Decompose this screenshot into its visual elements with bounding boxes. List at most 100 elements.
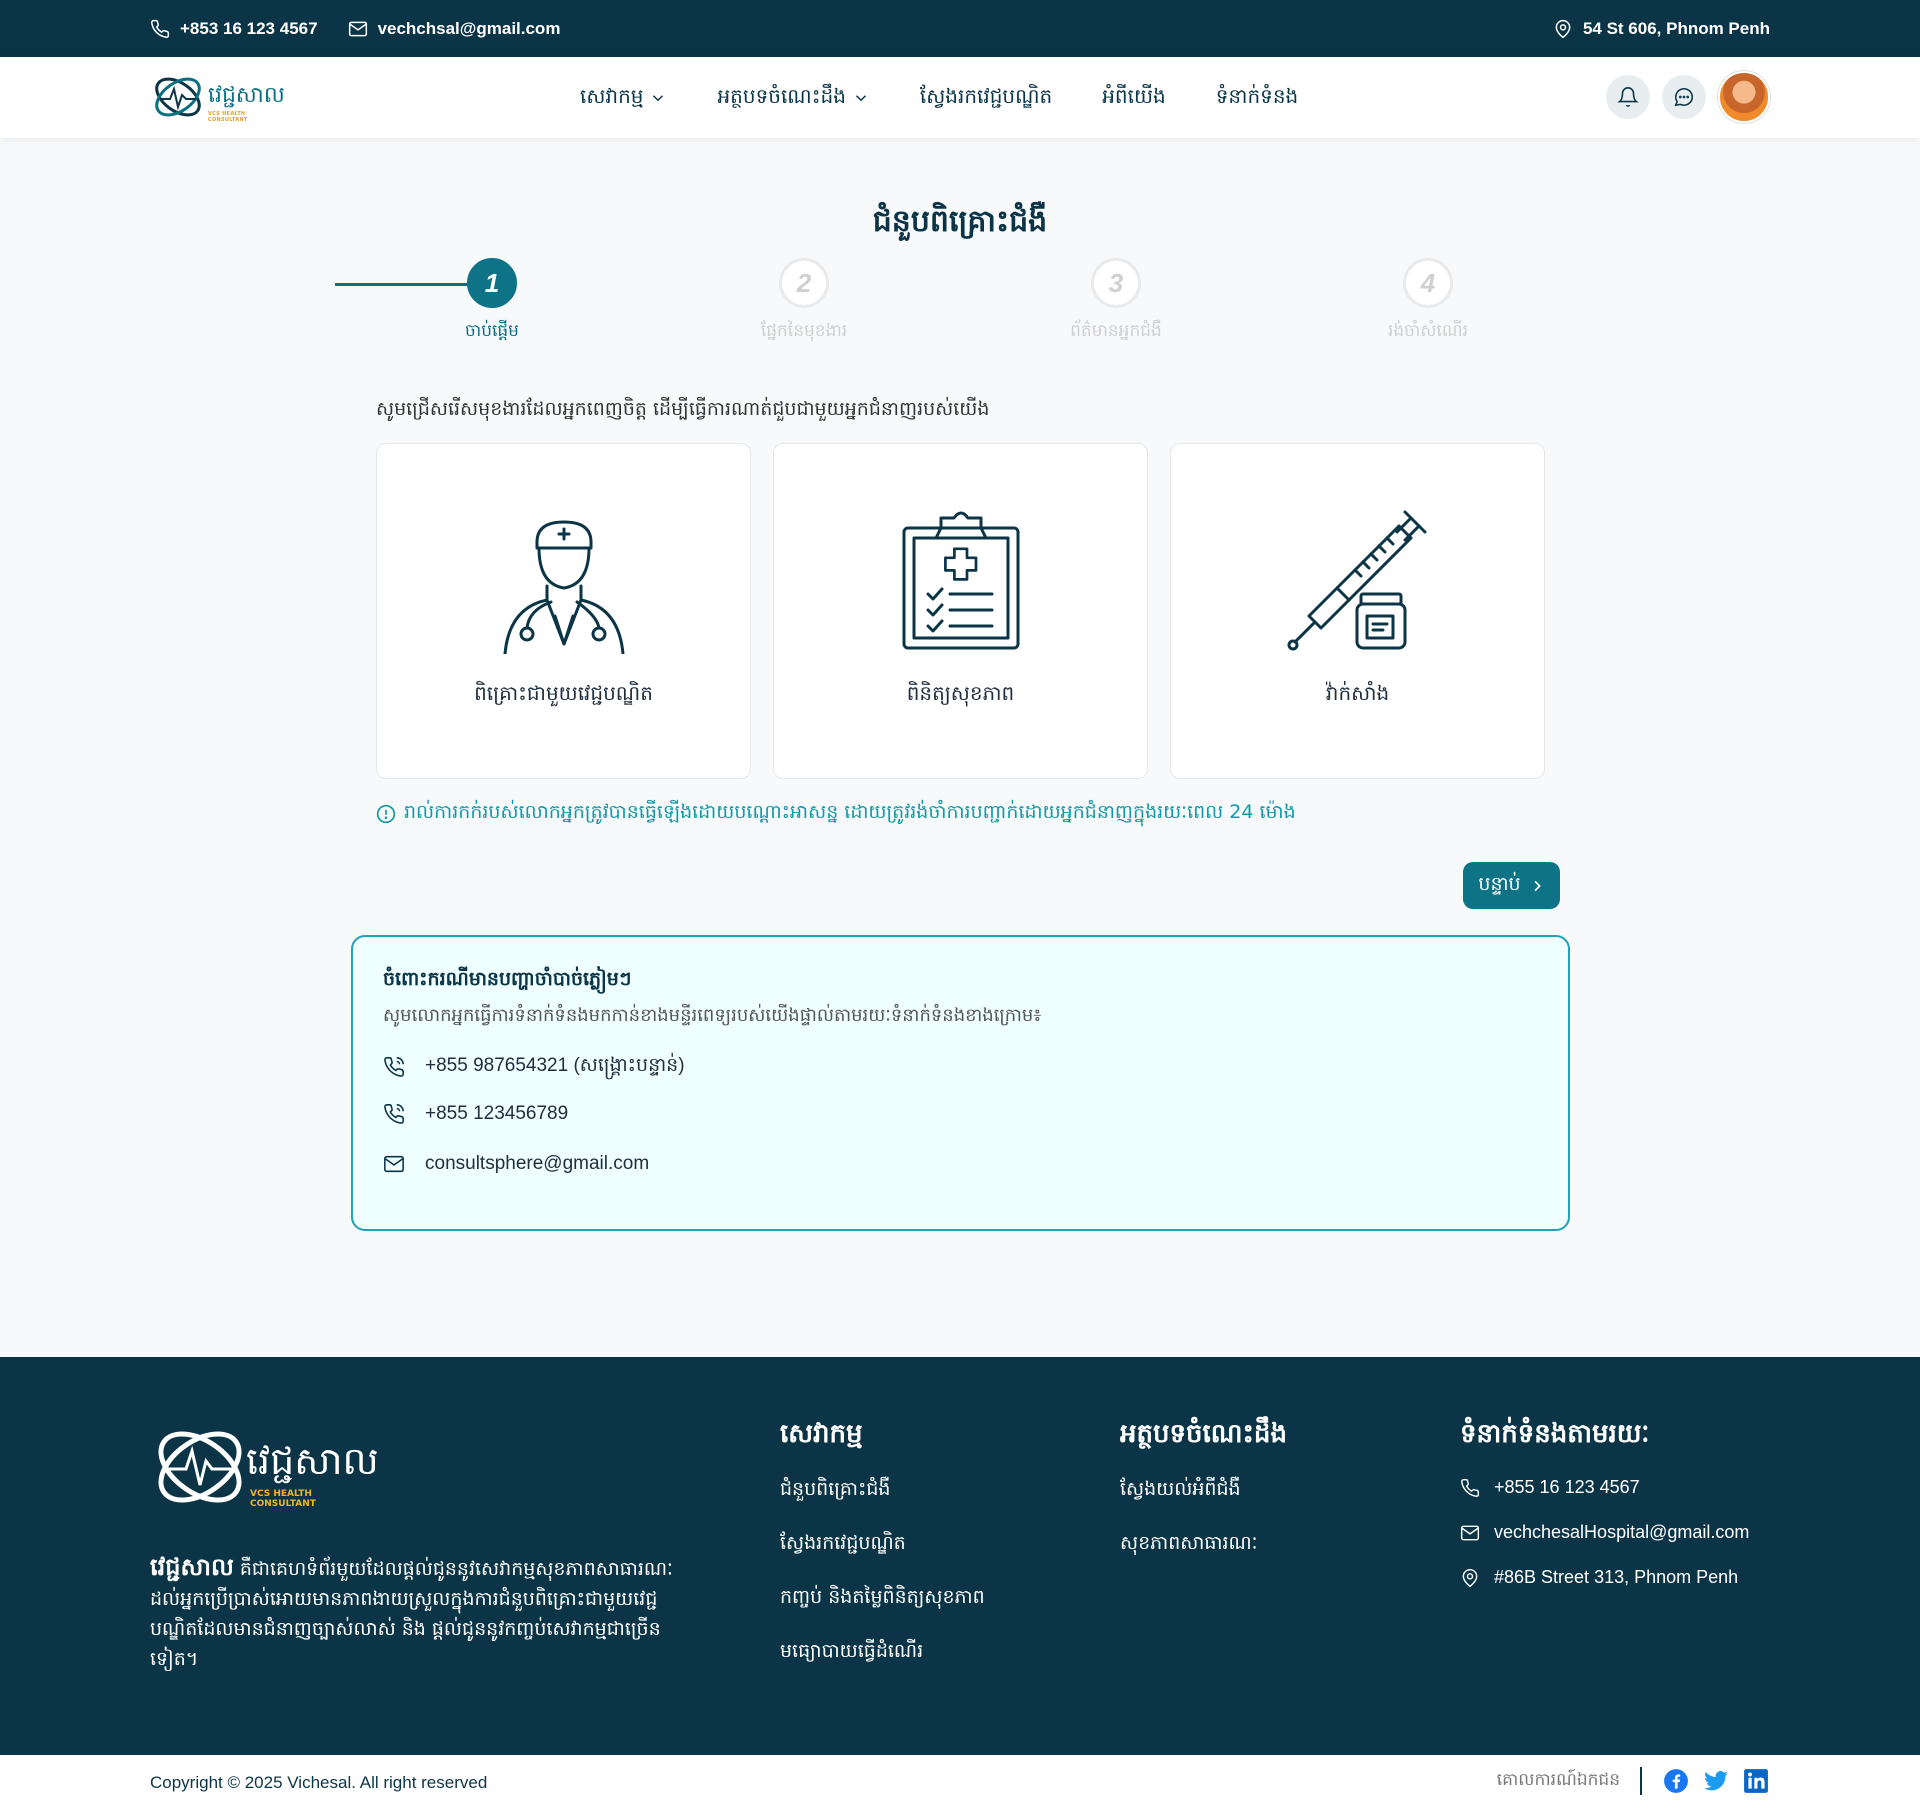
syringe-icon [1287, 510, 1426, 651]
footer-contact-email[interactable]: vechchesalHospital@gmail.com [1460, 1522, 1749, 1543]
messages-button[interactable] [1662, 75, 1706, 119]
card-consult-doctor[interactable]: ពិគ្រោះជាមួយវេជ្ជបណ្ឌិត [376, 443, 751, 779]
top-info-bar: +853 16 123 4567 vechchsal@gmail.com 54 … [0, 0, 1920, 57]
topbar-phone[interactable]: +853 16 123 4567 [150, 19, 318, 39]
nav-item-label: សេវាកម្ម [580, 83, 644, 108]
emergency-phone-1-text: +855 987654321 (សង្គ្រោះបន្ទាន់) [425, 1055, 685, 1076]
step-number: 4 [1403, 258, 1453, 308]
nav-item-find-doctor[interactable]: ស្វែងរកវេជ្ជបណ្ឌិត [920, 83, 1052, 113]
nav-item-label: ទំនាក់ទំនង [1215, 83, 1299, 108]
selection-prompt: សូមជ្រើសរើសមុខងារដែលអ្នកពេញចិត្ត ដើម្បីធ… [376, 398, 990, 420]
step-number: 1 [467, 258, 517, 308]
card-label: ពិគ្រោះជាមួយវេជ្ជបណ្ឌិត [474, 681, 653, 705]
topbar-email-text: vechchsal@gmail.com [377, 18, 561, 38]
chevron-down-icon [653, 94, 664, 101]
step-label: ព័ត៌មានអ្នកជំងឺ [1070, 321, 1162, 341]
doctor-icon [503, 520, 624, 654]
step-number: 3 [1091, 258, 1141, 308]
nav-item-about[interactable]: អំពីយើង [1102, 83, 1165, 113]
location-pin-icon [1462, 1568, 1478, 1587]
chat-bubble-icon [1674, 88, 1694, 107]
nav-item-articles[interactable]: អត្ថបទចំណេះដឹង [717, 83, 869, 113]
main-navbar: វេជ្ជសាល VCS HEALTH CONSULTANT សេវាកម្ម … [0, 57, 1920, 138]
divider [1640, 1767, 1642, 1795]
logo-mark-icon [155, 77, 201, 117]
footer-services-title: សេវាកម្ម [780, 1419, 863, 1449]
topbar-address: 54 St 606, Phnom Penh [1553, 19, 1770, 39]
logo-subtitle: VCS HEALTH CONSULTANT [208, 111, 248, 123]
step-1: 1 ចាប់ផ្តើម [432, 258, 552, 345]
card-label: វ៉ាក់សាំង [1325, 681, 1390, 705]
step-2: 2 ផ្នែកនៃមុខងារ [744, 258, 864, 345]
footer-link[interactable]: មធ្យោបាយធ្វើដំណើរ [780, 1639, 985, 1667]
emergency-email[interactable]: consultsphere@gmail.com [383, 1153, 649, 1175]
emergency-phone-2-text: +855 123456789 [425, 1103, 569, 1124]
footer-contact-email-text: vechchesalHospital@gmail.com [1494, 1522, 1750, 1542]
emergency-phone-1[interactable]: +855 987654321 (សង្គ្រោះបន្ទាន់) [383, 1053, 685, 1081]
phone-call-icon [384, 1104, 404, 1124]
step-4: 4 រង់ចាំសំណើរ [1368, 258, 1488, 345]
mail-icon [1460, 1525, 1480, 1540]
twitter-icon[interactable] [1702, 1767, 1730, 1795]
phone-call-icon [384, 1057, 404, 1077]
footer-articles-column: អត្ថបទចំណេះដឹង ស្វែងយល់អំពីជំងឺ សុខភាពសា… [1120, 1417, 1287, 1585]
topbar-address-text: 54 St 606, Phnom Penh [1582, 18, 1770, 38]
nav-menu: សេវាកម្ម អត្ថបទចំណេះដឹង ស្វែងរកវេជ្ជបណ្ឌ… [580, 57, 1298, 138]
notice-text: រាល់ការកក់របស់លោកអ្នកត្រូវបានធ្វើឡើងដោយប… [404, 801, 1296, 823]
linkedin-icon[interactable] [1742, 1767, 1770, 1795]
user-avatar[interactable] [1718, 71, 1770, 123]
mail-icon [384, 1155, 404, 1173]
emergency-title: ចំពោះករណីមានបញ្ហាចាំបាច់ភ្លៀមៗ [383, 968, 632, 990]
facebook-icon[interactable] [1662, 1767, 1690, 1795]
step-number: 2 [779, 258, 829, 308]
nav-item-label: អត្ថបទចំណេះដឹង [717, 83, 846, 108]
footer-logo-text: វេជ្ជសាល [246, 1439, 379, 1483]
bell-icon [1617, 87, 1639, 107]
booking-stepper: 1 ចាប់ផ្តើម 2 ផ្នែកនៃមុខងារ 3 ព័ត៌មានអ្ន… [335, 258, 1585, 348]
logo-mark-icon [158, 1431, 242, 1503]
card-label: ពិនិត្យសុខភាព [906, 681, 1015, 705]
service-cards: ពិគ្រោះជាមួយវេជ្ជបណ្ឌិត ពិនិត្យសុខភាព វ៉… [376, 443, 1545, 779]
footer-logo[interactable]: វេជ្ជសាល VCS HEALTH CONSULTANT [150, 1417, 380, 1517]
topbar-email[interactable]: vechchsal@gmail.com [348, 18, 561, 39]
footer-contact-phone-text: +855 16 123 4567 [1494, 1477, 1640, 1497]
mail-icon [348, 21, 367, 36]
site-logo[interactable]: វេជ្ជសាល VCS HEALTH CONSULTANT [150, 69, 285, 125]
footer-logo-subtitle: VCS HEALTH CONSULTANT [250, 1489, 316, 1509]
nav-item-label: អំពីយើង [1102, 83, 1166, 108]
topbar-phone-text: +853 16 123 4567 [180, 18, 318, 38]
emergency-phone-2[interactable]: +855 123456789 [383, 1103, 568, 1125]
footer-contact-title: ទំនាក់ទំនងតាមរយៈ [1460, 1419, 1650, 1449]
copyright-text: Copyright © 2025 Vichesal. All right res… [150, 1773, 488, 1792]
card-health-checkup[interactable]: ពិនិត្យសុខភាព [773, 443, 1148, 779]
nav-item-services[interactable]: សេវាកម្ម [580, 83, 667, 113]
location-pin-icon [1555, 19, 1571, 38]
footer-articles-title: អត្ថបទចំណេះដឹង [1120, 1419, 1287, 1449]
footer-contact-phone[interactable]: +855 16 123 4567 [1460, 1477, 1749, 1498]
site-footer: វេជ្ជសាល VCS HEALTH CONSULTANT វេជ្ជសាល … [0, 1357, 1920, 1755]
step-label: ចាប់ផ្តើម [465, 321, 519, 341]
privacy-policy-link[interactable]: គោលការណ៍ឯកជន [1497, 1769, 1620, 1794]
notifications-button[interactable] [1606, 75, 1650, 119]
info-circle-icon [376, 804, 396, 824]
footer-link[interactable]: ស្វែងរកវេជ្ជបណ្ឌិត [780, 1531, 985, 1559]
nav-item-label: ស្វែងរកវេជ្ជបណ្ឌិត [919, 83, 1053, 108]
phone-icon [151, 19, 170, 38]
nav-item-contact[interactable]: ទំនាក់ទំនង [1216, 83, 1299, 113]
card-vaccine[interactable]: វ៉ាក់សាំង [1170, 443, 1545, 779]
footer-link[interactable]: ជំនួបពិគ្រោះជំងឺ [780, 1477, 985, 1505]
emergency-contact-box: ចំពោះករណីមានបញ្ហាចាំបាច់ភ្លៀមៗ សូមលោកអ្ន… [351, 935, 1570, 1231]
next-button[interactable]: បន្ទាប់ [1463, 862, 1560, 909]
footer-contact-column: ទំនាក់ទំនងតាមរយៈ +855 16 123 4567 vechch… [1460, 1417, 1749, 1612]
step-3: 3 ព័ត៌មានអ្នកជំងឺ [1056, 258, 1176, 345]
emergency-description: សូមលោកអ្នកធ្វើការទំនាក់ទំនងមកកាន់ខាងមន្ទ… [383, 1005, 1042, 1026]
phone-icon [1461, 1478, 1480, 1497]
footer-link[interactable]: ស្វែងយល់អំពីជំងឺ [1120, 1477, 1287, 1505]
footer-about-brand: វេជ្ជសាល [150, 1553, 234, 1581]
clipboard-icon [902, 511, 1019, 650]
footer-contact-address: #86B Street 313, Phnom Penh [1460, 1567, 1749, 1588]
footer-about: វេជ្ជសាល គឺជាគេហទំព័រមួយដែលផ្តល់ជូននូវសេ… [150, 1552, 695, 1674]
footer-link[interactable]: កញ្ចប់ និងតម្លៃពិនិត្យសុខភាព [780, 1585, 985, 1613]
footer-link[interactable]: សុខភាពសាធារណៈ [1120, 1531, 1287, 1559]
footer-contact-address-text: #86B Street 313, Phnom Penh [1494, 1567, 1739, 1587]
